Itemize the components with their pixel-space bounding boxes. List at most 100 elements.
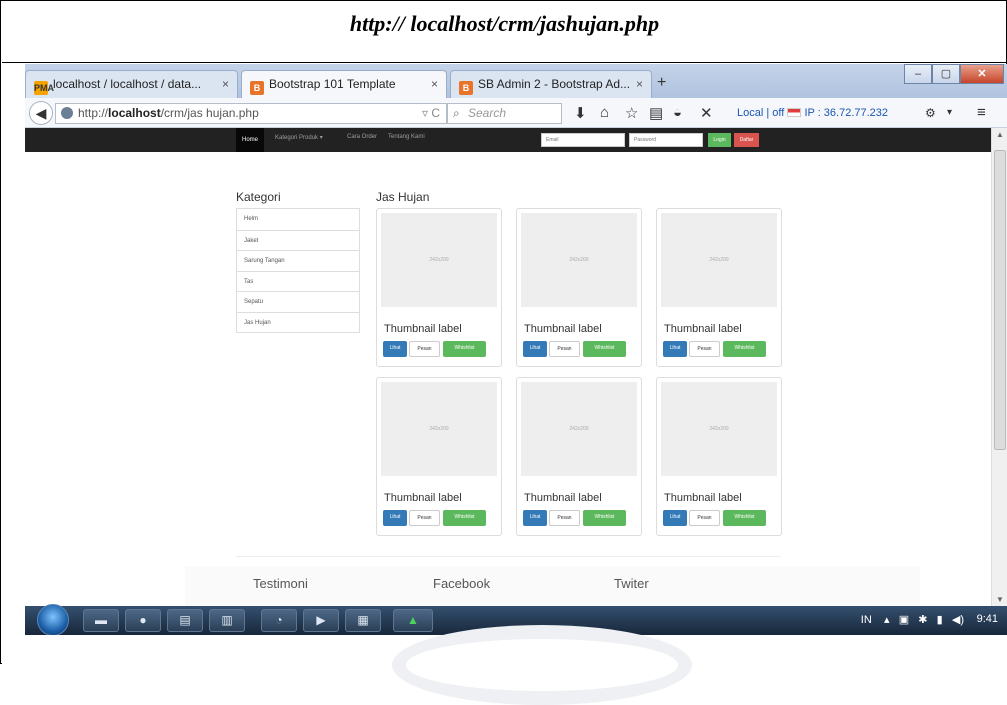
url-bar[interactable]: http://localhost/crm/jas hujan.php ▿ C: [55, 103, 447, 124]
media-taskbar-button[interactable]: ▶: [303, 609, 339, 632]
globe-icon: [61, 107, 73, 119]
nav-cara-order[interactable]: Cara Order: [347, 134, 377, 140]
url-prefix: http://: [78, 106, 109, 120]
wishlist-button[interactable]: Whishlist: [443, 510, 486, 526]
search-input[interactable]: ⌕ Search: [447, 103, 562, 124]
document-icon: ▦: [357, 613, 369, 627]
folder-icon: ▬: [95, 613, 107, 627]
image-placeholder: 242x200: [521, 213, 637, 307]
web-page: Home Kategori Produk ▾ Cara Order Tentan…: [25, 128, 991, 606]
app-taskbar-button[interactable]: ▥: [209, 609, 245, 632]
lihat-button[interactable]: Lihat: [663, 510, 687, 526]
paint-taskbar-button[interactable]: ◔: [261, 609, 297, 632]
product-thumbnail: 242x200 Thumbnail label Lihat Pesan Whis…: [516, 208, 642, 367]
thumbnail-label: Thumbnail label: [664, 323, 742, 335]
pesan-button[interactable]: Pesan: [689, 341, 720, 357]
wishlist-button[interactable]: Whishlist: [723, 510, 766, 526]
page-scrollbar[interactable]: ▲ ▼: [991, 128, 1007, 606]
back-button[interactable]: ◀: [29, 101, 53, 125]
ip-extension-label[interactable]: Local | off IP : 36.72.77.232: [737, 107, 888, 119]
pesan-button[interactable]: Pesan: [409, 341, 440, 357]
scroll-up-icon[interactable]: ▲: [996, 130, 1004, 139]
wishlist-button[interactable]: Whishlist: [443, 341, 486, 357]
kategori-item-helm[interactable]: Helm: [237, 209, 359, 230]
site-navbar: Home Kategori Produk ▾ Cara Order Tentan…: [25, 128, 991, 152]
thumbnail-label: Thumbnail label: [384, 323, 462, 335]
lihat-button[interactable]: Lihat: [523, 341, 547, 357]
wishlist-button[interactable]: Whishlist: [583, 341, 626, 357]
scrollbar-thumb[interactable]: [994, 150, 1006, 450]
maximize-button[interactable]: ▢: [932, 64, 960, 84]
nav-tentang-kami[interactable]: Tentang Kami: [388, 134, 425, 140]
menu-icon[interactable]: ≡: [977, 104, 986, 121]
bookmarks-list-icon[interactable]: ▤: [649, 104, 663, 122]
window-controls: – ▢ ✕: [904, 64, 1004, 86]
tab-label: SB Admin 2 - Bootstrap Ad...: [478, 77, 631, 91]
media-icon: ▶: [316, 613, 326, 627]
download-icon[interactable]: ⬇: [574, 104, 587, 122]
tab-bootstrap-template[interactable]: B Bootstrap 101 Template ×: [241, 70, 447, 98]
kategori-item-tas[interactable]: Tas: [237, 270, 359, 292]
wishlist-button[interactable]: Whishlist: [583, 510, 626, 526]
document-caption: http:// localhost/crm/jashujan.php: [2, 1, 1007, 63]
kategori-item-sarung-tangan[interactable]: Sarung Tangan: [237, 250, 359, 271]
notepad-icon: ▤: [179, 613, 191, 627]
language-indicator[interactable]: IN: [861, 614, 872, 626]
close-icon[interactable]: ×: [222, 77, 229, 91]
wishlist-button[interactable]: Whishlist: [723, 341, 766, 357]
kategori-title: Kategori: [236, 190, 281, 204]
back-arrow-icon: ◀: [35, 105, 47, 121]
email-field[interactable]: [541, 133, 625, 147]
bookmark-star-icon[interactable]: ☆: [625, 104, 638, 122]
minimize-button[interactable]: –: [904, 64, 932, 84]
green-triangle-icon: ▲: [407, 613, 419, 627]
chevron-down-icon[interactable]: ▾: [947, 107, 952, 118]
tab-phpmyadmin[interactable]: PMAlocalhost / localhost / data... ×: [25, 70, 238, 98]
lihat-button[interactable]: Lihat: [383, 341, 407, 357]
firefox-taskbar-button[interactable]: ●: [125, 609, 161, 632]
start-button[interactable]: [37, 604, 69, 635]
taskbar-clock[interactable]: 9:41: [977, 613, 998, 625]
document-frame: http:// localhost/crm/jashujan.php PMAlo…: [0, 0, 1007, 705]
daftar-button[interactable]: Daftar: [734, 133, 759, 147]
pesan-button[interactable]: Pesan: [549, 341, 580, 357]
nav-kategori-produk[interactable]: Kategori Produk ▾: [275, 134, 323, 141]
lihat-button[interactable]: Lihat: [383, 510, 407, 526]
image-placeholder: 242x200: [521, 382, 637, 476]
tab-sb-admin[interactable]: B SB Admin 2 - Bootstrap Ad... ×: [450, 70, 652, 98]
pesan-button[interactable]: Pesan: [689, 510, 720, 526]
pocket-icon[interactable]: ◒: [673, 104, 682, 121]
app-icon: ▥: [221, 613, 233, 627]
tab-label: localhost / localhost / data...: [53, 77, 202, 91]
url-path: /crm/jas hujan.php: [160, 106, 259, 120]
close-icon[interactable]: ×: [636, 77, 643, 91]
close-icon[interactable]: ×: [431, 77, 438, 91]
word-taskbar-button[interactable]: ▦: [345, 609, 381, 632]
pesan-button[interactable]: Pesan: [549, 510, 580, 526]
reload-icon[interactable]: ▿ C: [422, 104, 440, 123]
explorer-taskbar-button[interactable]: ▬: [83, 609, 119, 632]
x-extension-icon[interactable]: ✕: [700, 104, 713, 122]
section-title: Jas Hujan: [376, 190, 430, 204]
notepad-taskbar-button[interactable]: ▤: [167, 609, 203, 632]
flag-icon: [787, 108, 802, 117]
system-tray[interactable]: IN ▴ ▣ ✱ ▮ ◀): [861, 613, 964, 626]
login-button[interactable]: Login: [708, 133, 731, 147]
thumbnail-label: Thumbnail label: [384, 492, 462, 504]
kategori-item-jaket[interactable]: Jaket: [237, 229, 359, 251]
extension-icon[interactable]: ⚙: [925, 106, 936, 120]
lihat-button[interactable]: Lihat: [663, 341, 687, 357]
password-field[interactable]: [629, 133, 703, 147]
kategori-item-jas-hujan[interactable]: Jas Hujan: [237, 311, 359, 333]
screenshot: PMAlocalhost / localhost / data... × B Bo…: [25, 64, 1007, 635]
nav-home[interactable]: Home: [236, 128, 265, 152]
home-icon[interactable]: ⌂: [600, 104, 609, 121]
pesan-button[interactable]: Pesan: [409, 510, 440, 526]
product-thumbnail: 242x200 Thumbnail label Lihat Pesan Whis…: [656, 377, 782, 536]
kategori-item-sepatu[interactable]: Sepatu: [237, 291, 359, 312]
new-tab-button[interactable]: +: [657, 74, 666, 92]
window-close-button[interactable]: ✕: [960, 64, 1004, 84]
green-app-taskbar-button[interactable]: ▲: [393, 609, 433, 632]
scroll-down-icon[interactable]: ▼: [996, 595, 1004, 604]
lihat-button[interactable]: Lihat: [523, 510, 547, 526]
